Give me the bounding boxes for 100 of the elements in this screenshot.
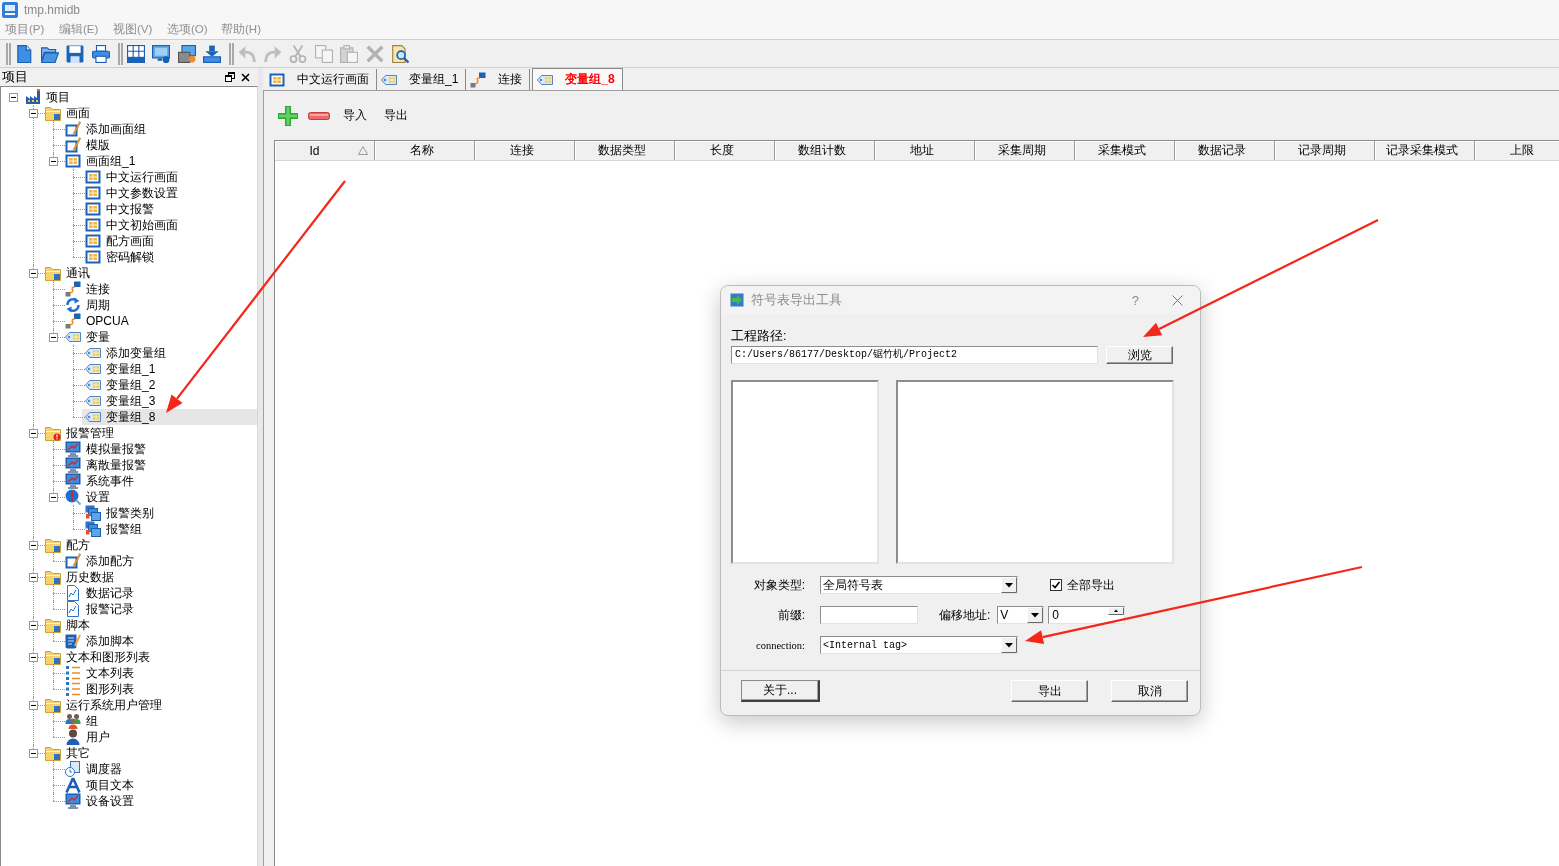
column-header[interactable]: 数据类型 [575,141,675,160]
document-icon[interactable] [15,44,33,63]
collapse-icon[interactable] [29,268,38,278]
monitor-icon[interactable] [152,44,170,63]
collapse-icon[interactable] [29,652,38,662]
tree-item[interactable]: 配方 [42,537,93,553]
collapse-icon[interactable] [29,748,38,758]
column-header[interactable]: 采集模式 [1075,141,1175,160]
collapse-icon[interactable] [29,572,38,582]
folder-icon [45,745,61,761]
restore-icon[interactable] [225,72,235,82]
printer-icon[interactable] [91,44,110,63]
tree-item[interactable]: 中文运行画面 [82,169,181,185]
tree-item[interactable]: 添加变量组 [82,345,169,361]
tab[interactable]: 中文运行画面 [265,69,377,90]
tree-item[interactable]: 模拟量报警 [62,441,149,457]
tree-item[interactable]: 离散量报警 [62,457,149,473]
collapse-icon[interactable] [49,332,58,342]
tab[interactable]: 连接 [466,69,531,90]
monitor-icon [65,457,81,473]
collapse-icon[interactable] [29,620,38,630]
plus-icon[interactable] [277,104,299,127]
tab[interactable]: 变量组_1 [377,69,467,90]
tree-item[interactable]: 变量组_1 [82,361,159,377]
tree-item[interactable]: 添加画面组 [62,121,149,137]
tree-item[interactable]: OPCUA [62,313,132,329]
collapse-icon[interactable] [29,428,38,438]
tree-item[interactable]: 设置 [62,489,113,505]
factory-icon [25,89,41,105]
field-label: 工程路径: [731,328,788,344]
tree-item[interactable]: 报警管理 [42,425,117,441]
close-icon[interactable] [241,72,250,82]
network-icon [65,313,81,329]
collapse-icon[interactable] [49,156,58,166]
toolbar-button[interactable]: 导出 [380,105,412,126]
tab[interactable]: 变量组_8 [532,68,623,90]
column-header[interactable]: 地址 [875,141,975,160]
grid-icon[interactable] [126,44,145,63]
download-icon[interactable] [203,44,221,63]
window-pencil-icon [65,121,81,137]
minus-icon[interactable] [308,111,330,120]
column-header[interactable]: 上限 [1475,141,1559,160]
tree-item[interactable]: 周期 [62,297,113,313]
tree-item[interactable]: 用户 [62,729,113,745]
tree-item[interactable]: 模版 [62,137,113,153]
tree-item[interactable]: 报警组 [82,521,145,537]
collapse-icon[interactable] [49,492,58,502]
tree-item[interactable]: 调度器 [62,761,125,777]
column-header[interactable]: 采集周期 [975,141,1075,160]
window-icon [269,71,285,88]
folder-icon [45,425,61,441]
tree-item[interactable]: 画面 [42,105,93,121]
tree-item[interactable]: 添加脚本 [62,633,137,649]
tree-item[interactable]: 连接 [62,281,113,297]
collapse-icon[interactable] [29,540,38,550]
tree-item[interactable]: 中文报警 [82,201,157,217]
tree-item[interactable]: 设备设置 [62,793,137,809]
collapse-icon[interactable] [29,700,38,710]
tree-item[interactable]: 其它 [42,745,93,761]
tree-item[interactable]: 变量组_8 [82,409,257,425]
tree-item[interactable]: 密码解锁 [82,249,157,265]
monitor-icon[interactable] [177,44,196,63]
tag-icon [85,409,101,425]
tree-item[interactable]: 脚本 [42,617,93,633]
search-icon[interactable] [391,44,409,63]
tree-item[interactable]: 运行系统用户管理 [42,697,165,713]
open-folder-icon[interactable] [40,44,59,63]
tree-item[interactable]: 组 [62,713,101,729]
column-header[interactable]: 记录采集模式 [1375,141,1475,160]
tree-item[interactable]: 变量 [62,329,113,345]
tree-item[interactable]: 文本和图形列表 [42,649,153,665]
tree-item[interactable]: 历史数据 [42,569,117,585]
tree-item[interactable]: 通讯 [42,265,93,281]
collapse-icon[interactable] [29,108,38,118]
tree-item[interactable]: 系统事件 [62,473,137,489]
save-icon[interactable] [66,44,84,63]
column-header[interactable]: 名称 [375,141,475,160]
column-header[interactable]: 数组计数 [775,141,875,160]
tree-item[interactable]: 添加配方 [62,553,137,569]
tree-item[interactable]: 画面组_1 [62,153,139,169]
column-header[interactable]: 数据记录 [1175,141,1275,160]
collapse-icon[interactable] [9,92,18,102]
tree-item[interactable]: 数据记录 [62,585,137,601]
tree-item[interactable]: 中文初始画面 [82,217,181,233]
tree-item[interactable]: 项目文本 [62,777,137,793]
toolbar-button[interactable]: 导入 [339,105,371,126]
column-header[interactable]: 记录周期 [1275,141,1375,160]
tree-item[interactable]: 配方画面 [82,233,157,249]
column-header[interactable]: Id [275,141,375,160]
tree-item[interactable]: 图形列表 [62,681,137,697]
tree-item[interactable]: 报警类别 [82,505,157,521]
tree-item[interactable]: 变量组_3 [82,393,159,409]
tree-item[interactable]: 报警记录 [62,601,137,617]
tree-item[interactable]: 文本列表 [62,665,137,681]
tree-item[interactable]: 中文参数设置 [82,185,181,201]
tag-icon [85,345,101,361]
column-header[interactable]: 连接 [475,141,575,160]
column-header[interactable]: 长度 [675,141,775,160]
tree-item[interactable]: 项目 [22,89,73,105]
tree-item[interactable]: 变量组_2 [82,377,159,393]
